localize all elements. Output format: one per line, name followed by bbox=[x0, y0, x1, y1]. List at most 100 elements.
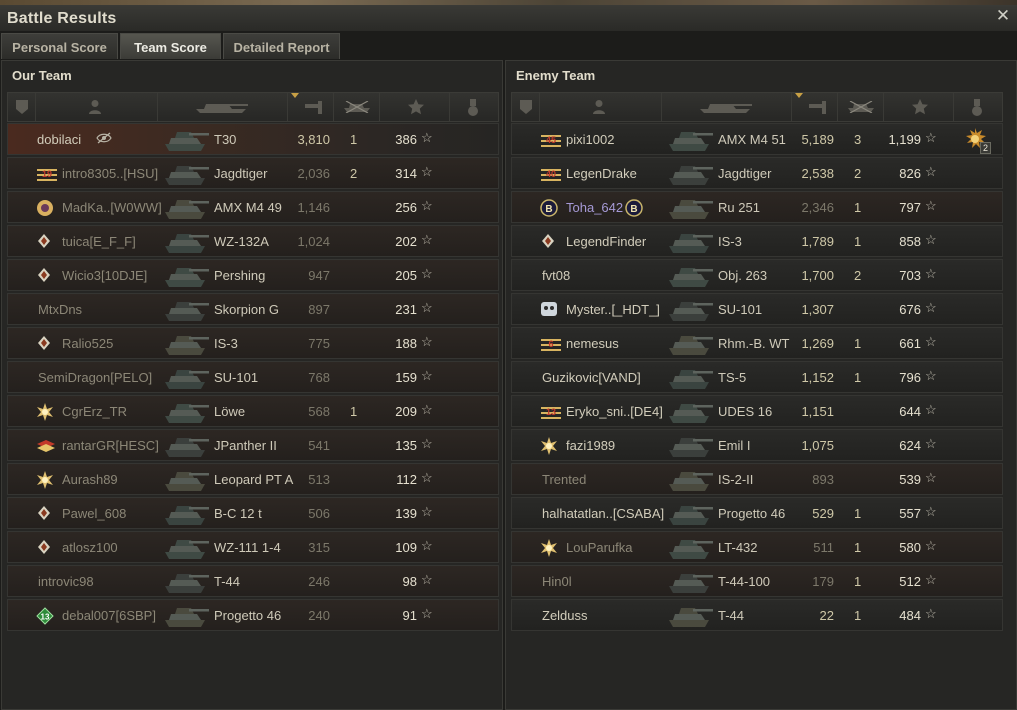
player-row[interactable]: Wicio3[10DJE] Pershing 947 205 ☆ bbox=[7, 259, 499, 291]
diamond-rank-icon bbox=[36, 267, 54, 282]
damage-value: 529 bbox=[812, 506, 834, 521]
tab-personal-score[interactable]: Personal Score bbox=[1, 33, 118, 59]
player-column-header[interactable] bbox=[36, 93, 158, 121]
player-name: introvic98 bbox=[38, 574, 94, 589]
tank-image-icon bbox=[163, 160, 209, 188]
tank-column-header[interactable] bbox=[158, 93, 288, 121]
xp-star-icon: ☆ bbox=[925, 334, 937, 349]
medal-column-header[interactable] bbox=[450, 93, 498, 121]
player-row[interactable]: fazi1989 Emil I 1,075 624 ☆ bbox=[511, 429, 1003, 461]
player-row[interactable]: LouParufka LT-432 511 1 580 ☆ bbox=[511, 531, 1003, 563]
player-row[interactable]: Zelduss T-44 22 1 484 ☆ bbox=[511, 599, 1003, 631]
medal-icon bbox=[972, 99, 982, 116]
tank-name: JPanther II bbox=[214, 438, 277, 453]
player-row[interactable]: 19 intro8305..[HSU] Jagdtiger 2,036 2 314 ☆ bbox=[7, 157, 499, 189]
damage-value: 5,189 bbox=[801, 132, 834, 147]
tank-name: T-44-100 bbox=[718, 574, 771, 589]
player-row[interactable]: fvt08 Obj. 263 1,700 2 703 ☆ bbox=[511, 259, 1003, 291]
player-row[interactable]: 40 LegenDrake Jagdtiger 2,538 2 826 ☆ bbox=[511, 157, 1003, 189]
kills-value: 2 bbox=[350, 166, 358, 181]
player-row[interactable]: 45 pixi1002 AMX M4 51 5,189 3 1,199 ☆ 2 bbox=[511, 123, 1003, 155]
damage-value: 1,307 bbox=[801, 302, 834, 317]
kills-column-header[interactable] bbox=[334, 93, 380, 121]
player-column-header[interactable] bbox=[540, 93, 662, 121]
damage-value: 315 bbox=[308, 540, 330, 555]
player-row[interactable]: 6 nemesus Rhm.-B. WT 1,269 1 661 ☆ bbox=[511, 327, 1003, 359]
player-name: rantarGR[HESC] bbox=[62, 438, 159, 453]
player-row[interactable]: Myster..[_HDT_] SU-101 1,307 676 ☆ bbox=[511, 293, 1003, 325]
xp-star-icon: ☆ bbox=[925, 164, 937, 179]
player-row[interactable]: CgrErz_TR Löwe 568 1 209 ☆ bbox=[7, 395, 499, 427]
tab-detailed-report[interactable]: Detailed Report bbox=[223, 33, 340, 59]
tank-name: IS-3 bbox=[214, 336, 238, 351]
close-icon[interactable]: ✕ bbox=[994, 7, 1012, 25]
tab-team-score[interactable]: Team Score bbox=[120, 33, 221, 59]
player-row[interactable]: 13 debal007[6SBP] Progetto 46 240 91 ☆ bbox=[7, 599, 499, 631]
xp-column-header[interactable] bbox=[884, 93, 954, 121]
xp-column-header[interactable] bbox=[380, 93, 450, 121]
player-row[interactable]: dobilaci T30 3,810 1 386 ☆ bbox=[7, 123, 499, 155]
player-row[interactable]: B Toha_642 B Ru 251 2,346 1 797 ☆ bbox=[511, 191, 1003, 223]
player-row[interactable]: Hin0l T-44-100 179 1 512 ☆ bbox=[511, 565, 1003, 597]
xp-value: 1,199 bbox=[888, 132, 921, 147]
xp-star-icon: ☆ bbox=[925, 300, 937, 315]
player-row[interactable]: Aurash89 Leopard PT A 513 112 ☆ bbox=[7, 463, 499, 495]
kills-column-header[interactable] bbox=[838, 93, 884, 121]
player-row[interactable]: MadKa..[W0WW] AMX M4 49 1,146 256 ☆ bbox=[7, 191, 499, 223]
player-row[interactable]: Pawel_608 B-C 12 t 506 139 ☆ bbox=[7, 497, 499, 529]
xp-star-icon: ☆ bbox=[925, 606, 937, 621]
tank-name: Löwe bbox=[214, 404, 246, 419]
player-name: pixi1002 bbox=[566, 132, 615, 147]
player-row[interactable]: Ralio525 IS-3 775 188 ☆ bbox=[7, 327, 499, 359]
gold-star-icon bbox=[540, 539, 558, 557]
b-rank-icon: B bbox=[540, 199, 558, 217]
kills-icon bbox=[848, 101, 874, 113]
player-row[interactable]: rantarGR[HESC] JPanther II 541 135 ☆ bbox=[7, 429, 499, 461]
player-row[interactable]: Trented IS-2-II 893 539 ☆ bbox=[511, 463, 1003, 495]
rank-13-icon: 13 bbox=[540, 405, 561, 419]
damage-column-header[interactable] bbox=[288, 93, 334, 121]
xp-value: 135 bbox=[395, 438, 417, 453]
damage-value: 1,146 bbox=[297, 200, 330, 215]
medal-icon bbox=[468, 99, 478, 116]
enemy-team-title: Enemy Team bbox=[516, 68, 596, 83]
xp-value: 209 bbox=[395, 404, 417, 419]
player-row[interactable]: introvic98 T-44 246 98 ☆ bbox=[7, 565, 499, 597]
title-bar bbox=[0, 5, 1017, 31]
tank-column-header[interactable] bbox=[662, 93, 792, 121]
tank-name: Jagdtiger bbox=[214, 166, 268, 181]
player-row[interactable]: tuica[E_F_F] WZ-132A 1,024 202 ☆ bbox=[7, 225, 499, 257]
player-row[interactable]: atlosz100 WZ-111 1-4 315 109 ☆ bbox=[7, 531, 499, 563]
platoon-column-header[interactable] bbox=[8, 93, 36, 121]
xp-value: 159 bbox=[395, 370, 417, 385]
diamond-rank-icon bbox=[36, 539, 54, 554]
platoon-column-header[interactable] bbox=[512, 93, 540, 121]
xp-star-icon: ☆ bbox=[925, 402, 937, 417]
player-row[interactable]: MtxDns Skorpion G 897 231 ☆ bbox=[7, 293, 499, 325]
tank-image-icon bbox=[163, 534, 209, 562]
player-row[interactable]: halhatatlan..[CSABA] Progetto 46 529 1 557 ☆ bbox=[511, 497, 1003, 529]
player-name: LouParufka bbox=[566, 540, 633, 555]
ace-medal-icon[interactable]: 2 bbox=[964, 127, 992, 154]
platoon-icon bbox=[16, 100, 28, 114]
kills-value: 1 bbox=[854, 608, 862, 623]
platoon-icon bbox=[520, 100, 532, 114]
diamond-rank-icon bbox=[36, 233, 54, 248]
medal-column-header[interactable] bbox=[954, 93, 1002, 121]
tank-image-icon bbox=[667, 398, 713, 426]
player-row[interactable]: Guzikovic[VAND] TS-5 1,152 1 796 ☆ bbox=[511, 361, 1003, 393]
tank-name: Pershing bbox=[214, 268, 266, 283]
xp-star-icon: ☆ bbox=[925, 504, 937, 519]
player-name: Trented bbox=[542, 472, 587, 487]
player-row[interactable]: 13 Eryko_sni..[DE4] UDES 16 1,151 644 ☆ bbox=[511, 395, 1003, 427]
xp-star-icon: ☆ bbox=[421, 232, 433, 247]
player-row[interactable]: LegendFinder IS-3 1,789 1 858 ☆ bbox=[511, 225, 1003, 257]
xp-value: 580 bbox=[899, 540, 921, 555]
tank-name: LT-432 bbox=[718, 540, 758, 555]
damage-column-header[interactable] bbox=[792, 93, 838, 121]
player-row[interactable]: SemiDragon[PELO] SU-101 768 159 ☆ bbox=[7, 361, 499, 393]
player-name: MtxDns bbox=[38, 302, 83, 317]
xp-value: 539 bbox=[899, 472, 921, 487]
player-name: MadKa..[W0WW] bbox=[62, 200, 162, 215]
svg-text:45: 45 bbox=[546, 135, 556, 145]
